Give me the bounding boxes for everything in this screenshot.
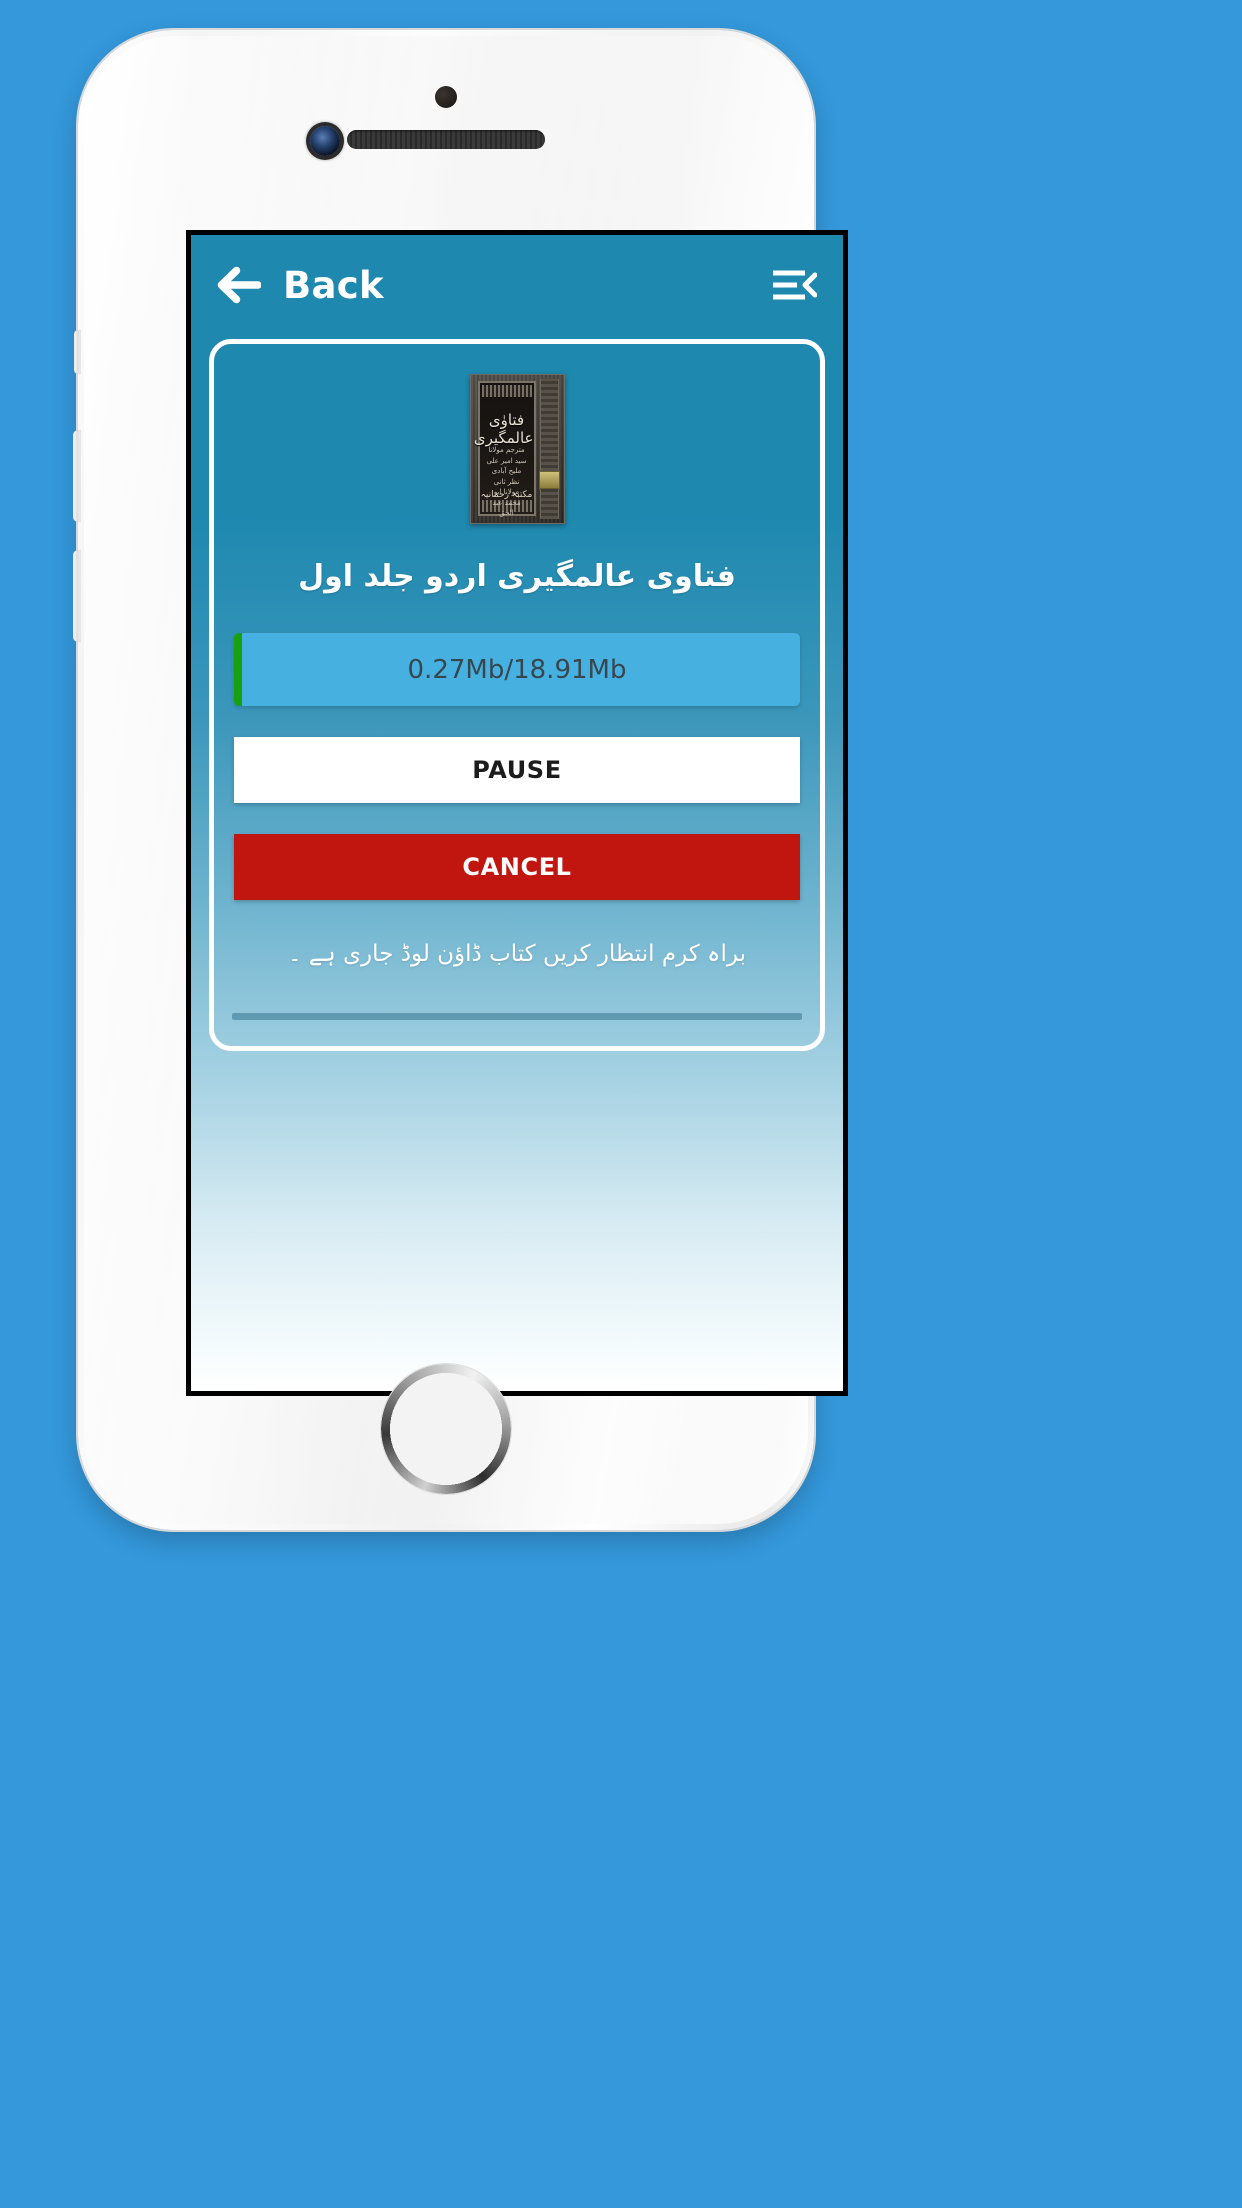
book-cover-title: فتاوٰی عالمگیری (473, 411, 534, 447)
back-label: Back (283, 263, 384, 307)
back-button[interactable]: Back (215, 264, 384, 307)
arrow-left-icon (217, 266, 261, 304)
download-progress-bar[interactable]: 0.27Mb/18.91Mb (234, 633, 800, 706)
book-cover-spine (539, 379, 559, 519)
pause-button[interactable]: PAUSE (234, 737, 800, 803)
volume-down-button[interactable] (73, 550, 81, 642)
front-camera-icon (310, 126, 340, 156)
app-screen: Back فتاوٰی عالمگیری مترجم مولانا سید ام… (191, 235, 843, 1391)
book-cover-frame: فتاوٰی عالمگیری مترجم مولانا سید امیر عل… (473, 381, 536, 517)
home-button-ring-icon (381, 1364, 511, 1494)
ad-placeholder-divider (232, 1012, 802, 1020)
earpiece-speaker (347, 130, 545, 149)
book-cover-ornament-top (481, 385, 532, 397)
book-cover-seal-icon (538, 471, 560, 489)
home-button[interactable] (381, 1364, 511, 1494)
book-cover-subtitle: مترجم مولانا سید امیر علی ملیح آبادی نظر… (486, 446, 527, 517)
book-title: فتاوی عالمگیری اردو جلد اول (298, 559, 736, 594)
phone-screen: Back فتاوٰی عالمگیری مترجم مولانا سید ام… (186, 230, 848, 1396)
volume-up-button[interactable] (73, 430, 81, 522)
book-cover-publisher: مکتبہ رحمانیہ (480, 490, 533, 500)
menu-collapse-icon[interactable] (771, 268, 817, 302)
proximity-sensor-icon (435, 86, 457, 108)
app-bar: Back (191, 235, 843, 335)
book-cover-thumbnail: فتاوٰی عالمگیری مترجم مولانا سید امیر عل… (469, 374, 565, 524)
silent-switch[interactable] (74, 330, 81, 374)
download-card: فتاوٰی عالمگیری مترجم مولانا سید امیر عل… (209, 339, 825, 1051)
phone-device-frame: Back فتاوٰی عالمگیری مترجم مولانا سید ام… (73, 30, 848, 1530)
download-status-message: براہ کرم انتظار کریں کتاب ڈاؤن لوڈ جاری … (288, 941, 746, 967)
cancel-button[interactable]: CANCEL (234, 834, 800, 900)
download-progress-label: 0.27Mb/18.91Mb (407, 654, 627, 685)
